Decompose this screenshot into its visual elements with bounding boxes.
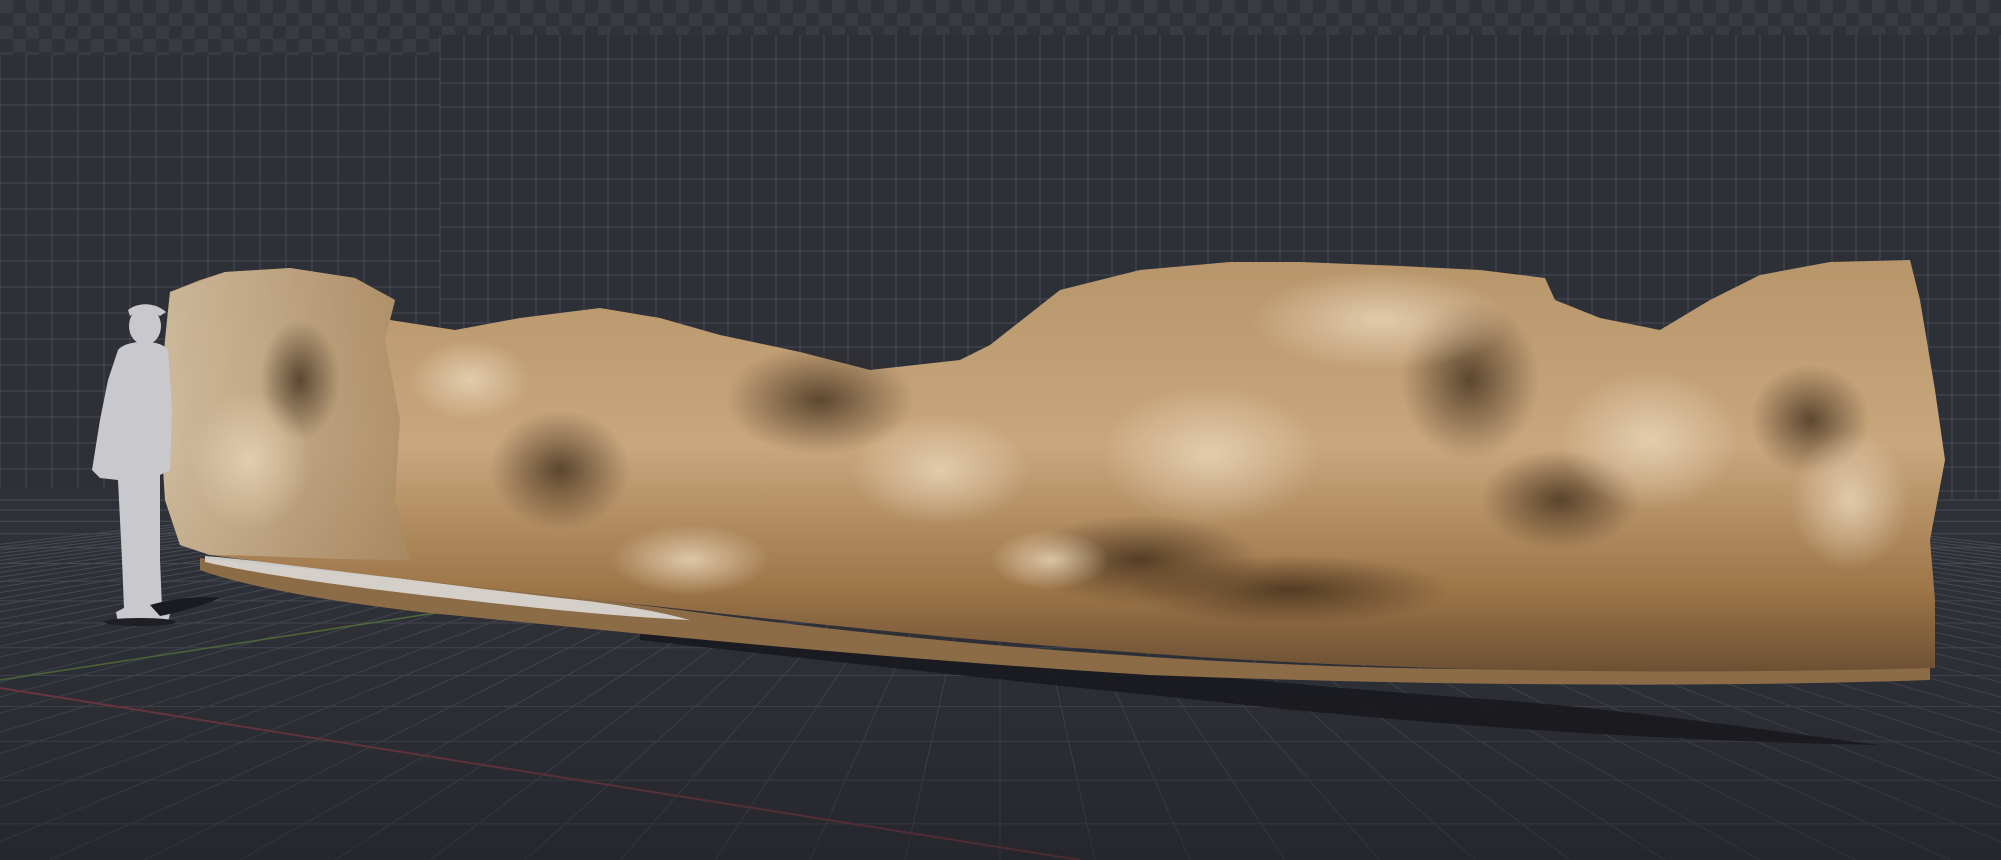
render-canvas [0, 0, 2001, 860]
viewport [0, 0, 2001, 860]
